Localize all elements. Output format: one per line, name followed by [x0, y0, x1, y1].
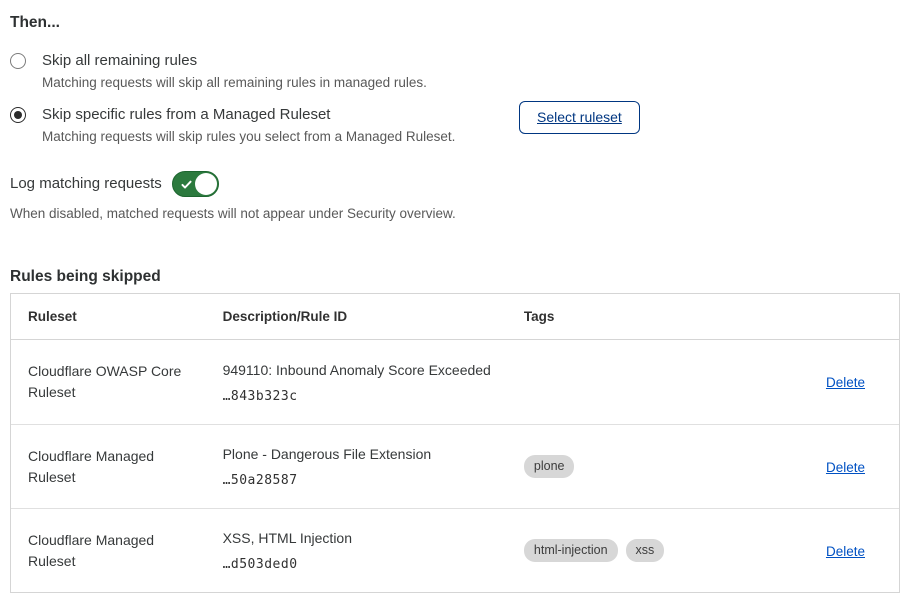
delete-button[interactable]: Delete — [826, 375, 865, 390]
column-header-description: Description/Rule ID — [223, 294, 524, 340]
tags-cell — [524, 340, 769, 424]
rule-description: 949110: Inbound Anomaly Score Exceeded — [223, 361, 504, 380]
waf-rule-then-panel: Then... Skip all remaining rules Matchin… — [0, 0, 911, 614]
table-header-row: Ruleset Description/Rule ID Tags — [11, 294, 899, 340]
rule-description: XSS, HTML Injection — [223, 529, 504, 548]
ruleset-cell: Cloudflare OWASP Core Ruleset — [11, 340, 223, 424]
option-description: Matching requests will skip rules you se… — [42, 127, 455, 147]
table-row: Cloudflare Managed RulesetXSS, HTML Inje… — [11, 508, 899, 592]
option-skip-specific-rules: Skip specific rules from a Managed Rules… — [10, 104, 900, 147]
rule-description: Plone - Dangerous File Extension — [223, 445, 504, 464]
ruleset-cell: Cloudflare Managed Ruleset — [11, 508, 223, 592]
rule-id: …50a28587 — [223, 473, 504, 488]
rules-being-skipped-table: Ruleset Description/Rule ID Tags Cloudfl… — [10, 293, 900, 593]
option-label[interactable]: Skip specific rules from a Managed Rules… — [42, 104, 455, 126]
option-description: Matching requests will skip all remainin… — [42, 73, 427, 93]
description-cell: Plone - Dangerous File Extension …50a2858… — [223, 424, 524, 508]
option-text: Skip all remaining rules Matching reques… — [42, 50, 427, 93]
log-toggle-label: Log matching requests — [10, 171, 162, 197]
description-cell: 949110: Inbound Anomaly Score Exceeded …8… — [223, 340, 524, 424]
table-row: Cloudflare OWASP Core Ruleset949110: Inb… — [11, 340, 899, 424]
delete-button[interactable]: Delete — [826, 544, 865, 559]
log-toggle-switch[interactable] — [172, 171, 219, 197]
option-skip-all-rules: Skip all remaining rules Matching reques… — [10, 50, 900, 93]
table-row: Cloudflare Managed RulesetPlone - Danger… — [11, 424, 899, 508]
option-label[interactable]: Skip all remaining rules — [42, 50, 427, 72]
actions-cell: Delete — [769, 424, 899, 508]
tag-pill: plone — [524, 455, 575, 478]
rule-id: …d503ded0 — [223, 557, 504, 572]
rule-id: …843b323c — [223, 389, 504, 404]
tag-pill: xss — [626, 539, 665, 562]
radio-skip-specific-rules[interactable] — [10, 107, 26, 123]
tags-cell: plone — [524, 424, 769, 508]
actions-cell: Delete — [769, 508, 899, 592]
select-ruleset-button[interactable]: Select ruleset — [519, 101, 640, 134]
log-toggle-description: When disabled, matched requests will not… — [10, 204, 900, 224]
toggle-knob — [195, 173, 217, 195]
check-icon — [180, 178, 193, 191]
column-header-tags: Tags — [524, 294, 769, 340]
ruleset-cell: Cloudflare Managed Ruleset — [11, 424, 223, 508]
rules-table-body: Cloudflare OWASP Core Ruleset949110: Inb… — [11, 340, 899, 592]
actions-cell: Delete — [769, 340, 899, 424]
radio-skip-all-rules[interactable] — [10, 53, 26, 69]
description-cell: XSS, HTML Injection …d503ded0 — [223, 508, 524, 592]
column-header-ruleset: Ruleset — [11, 294, 223, 340]
delete-button[interactable]: Delete — [826, 460, 865, 475]
log-matching-requests-row: Log matching requests — [10, 171, 900, 197]
tag-pill: html-injection — [524, 539, 618, 562]
rules-table-title: Rules being skipped — [10, 266, 900, 287]
column-header-actions — [769, 294, 899, 340]
option-text: Skip specific rules from a Managed Rules… — [42, 104, 455, 147]
tags-cell: html-injection xss — [524, 508, 769, 592]
then-section-title: Then... — [10, 13, 900, 33]
